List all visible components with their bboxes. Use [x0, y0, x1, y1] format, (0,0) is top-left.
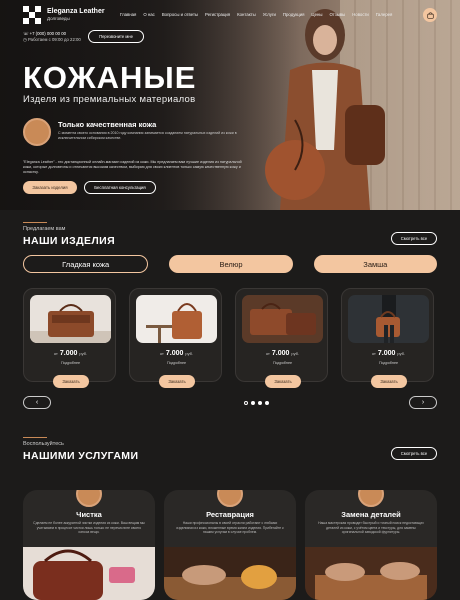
service-description: Наша мастерская проводит быстрый и точны… — [318, 521, 424, 535]
product-price: от 7.000 руб. — [265, 350, 300, 357]
products-see-all-button[interactable]: Смотреть все — [391, 232, 437, 245]
service-image — [23, 547, 155, 600]
section-accent-line — [23, 222, 47, 223]
products-eyebrow: Предлагаем вам — [23, 226, 66, 232]
product-card[interactable]: от 7.000 руб. Подробнее Заказать — [23, 288, 117, 388]
pagination-dot[interactable] — [258, 401, 262, 405]
bag-icon — [426, 11, 434, 19]
nav-item-reviews[interactable]: Отзывы — [329, 12, 345, 17]
page: Eleganza Leather Долговеды Главная О нас… — [0, 0, 460, 600]
about-text: "Eleganza Leather" - это дистанционный о… — [23, 160, 242, 174]
pagination-dot[interactable] — [265, 401, 269, 405]
product-cards: от 7.000 руб. Подробнее Заказать от 7.000 ру… — [23, 288, 437, 388]
nav-item-news[interactable]: Новости — [352, 12, 369, 17]
arrow-right-icon: › — [421, 399, 425, 406]
services-eyebrow: Воспользуйтесь — [23, 441, 64, 447]
carousel-prev-button[interactable]: ‹ — [23, 396, 51, 409]
product-card[interactable]: от 7.000 руб. Подробнее Заказать — [235, 288, 329, 388]
services-see-all-button[interactable]: Смотреть все — [391, 447, 437, 460]
product-tabs: Гладкая кожа Велюр Замша — [23, 255, 437, 273]
service-card-cleaning[interactable]: Чистка Сделаем не более аккуратной чистк… — [23, 490, 155, 600]
product-price: от 7.000 руб. — [159, 350, 194, 357]
service-title: Реставрация — [206, 510, 254, 519]
nav-item-home[interactable]: Главная — [120, 12, 136, 17]
callback-button[interactable]: Перезвоните мне — [88, 30, 144, 43]
hero-model-image — [265, 9, 385, 210]
products-title: НАШИ ИЗДЕЛИЯ — [23, 235, 116, 247]
tab-velour[interactable]: Велюр — [169, 255, 293, 273]
pagination-dot[interactable] — [244, 401, 248, 405]
nav-item-prices[interactable]: Цены — [311, 12, 322, 17]
nav-item-gallery[interactable]: Галерея — [376, 12, 392, 17]
product-order-button[interactable]: Заказать — [159, 375, 195, 388]
product-order-button[interactable]: Заказать — [53, 375, 89, 388]
service-card-parts-replacement[interactable]: Замена деталей Наша мастерская проводит … — [305, 490, 437, 600]
phone-number: +7 (000) 000 00 00 — [29, 31, 67, 36]
product-card[interactable]: от 7.000 руб. Подробнее Заказать — [129, 288, 223, 388]
product-details-link[interactable]: Подробнее — [130, 361, 223, 365]
main-nav: Главная О нас Вопросы и ответы Регистрац… — [120, 12, 399, 17]
service-image — [164, 547, 296, 600]
services-title: НАШИМИ УСЛУГАМИ — [23, 450, 139, 462]
service-title: Замена деталей — [341, 510, 401, 519]
tab-suede[interactable]: Замша — [313, 255, 437, 273]
order-products-button[interactable]: Заказать изделия — [23, 181, 77, 194]
free-consultation-button[interactable]: Бесплатная консультация — [84, 181, 156, 194]
product-order-button[interactable]: Заказать — [265, 375, 301, 388]
tab-smooth-leather[interactable]: Гладкая кожа — [23, 255, 149, 273]
brand-logo[interactable]: Eleganza Leather Долговеды — [23, 6, 105, 24]
cleaning-icon — [76, 490, 102, 507]
product-details-link[interactable]: Подробнее — [236, 361, 329, 365]
phone-icon: ☏ — [23, 31, 30, 36]
restoration-icon — [217, 490, 243, 507]
product-image — [136, 295, 217, 343]
working-hours: Работаем с 09:00 до 22:00 — [27, 37, 81, 42]
cart-button[interactable] — [423, 8, 437, 22]
service-card-restoration[interactable]: Реставрация Наши профессионалы в своей о… — [164, 490, 296, 600]
product-image — [30, 295, 111, 343]
section-accent-line — [23, 437, 47, 438]
product-price: от 7.000 руб. — [371, 350, 406, 357]
carousel-pagination — [244, 401, 269, 405]
contact-phone[interactable]: ☏ +7 (000) 000 00 00 ◷ Работаем с 09:00 … — [23, 31, 81, 43]
service-title: Чистка — [76, 510, 102, 519]
nav-item-contacts[interactable]: Контакты — [237, 12, 256, 17]
carousel-next-button[interactable]: › — [409, 396, 437, 409]
hero-section: Eleganza Leather Долговеды Главная О нас… — [0, 0, 460, 210]
service-description: Наши профессионалы в своей отрасли работ… — [176, 521, 284, 535]
hero-subtitle: Изделя из премиальных материалов — [23, 94, 196, 105]
pagination-dot[interactable] — [251, 401, 255, 405]
nav-item-products[interactable]: Продукция — [283, 12, 305, 17]
arrow-left-icon: ‹ — [35, 399, 39, 406]
quality-text: С момента своего основания в 2010 году к… — [58, 131, 237, 140]
leather-hide-icon — [23, 118, 51, 146]
product-price: от 7.000 руб. — [53, 350, 88, 357]
brand-subtitle: Долговеды — [47, 16, 70, 21]
hero-title: КОЖАНЫЕ — [23, 60, 197, 95]
brand-name: Eleganza Leather — [47, 8, 105, 15]
service-description: Сделаем не более аккуратной чистки издел… — [33, 521, 145, 535]
product-order-button[interactable]: Заказать — [371, 375, 407, 388]
nav-item-about[interactable]: О нас — [143, 12, 154, 17]
quality-title: Только качественная кожа — [58, 120, 157, 129]
nav-item-faq[interactable]: Вопросы и ответы — [162, 12, 198, 17]
product-details-link[interactable]: Подробнее — [24, 361, 117, 365]
nav-item-services[interactable]: Услуги — [263, 12, 276, 17]
logo-mark-icon — [23, 6, 41, 24]
product-image — [348, 295, 429, 343]
layers-icon — [358, 490, 384, 507]
product-details-link[interactable]: Подробнее — [342, 361, 435, 365]
service-image — [305, 547, 437, 600]
nav-item-registration[interactable]: Регистрация — [205, 12, 230, 17]
product-card[interactable]: от 7.000 руб. Подробнее Заказать — [341, 288, 435, 388]
product-image — [242, 295, 323, 343]
